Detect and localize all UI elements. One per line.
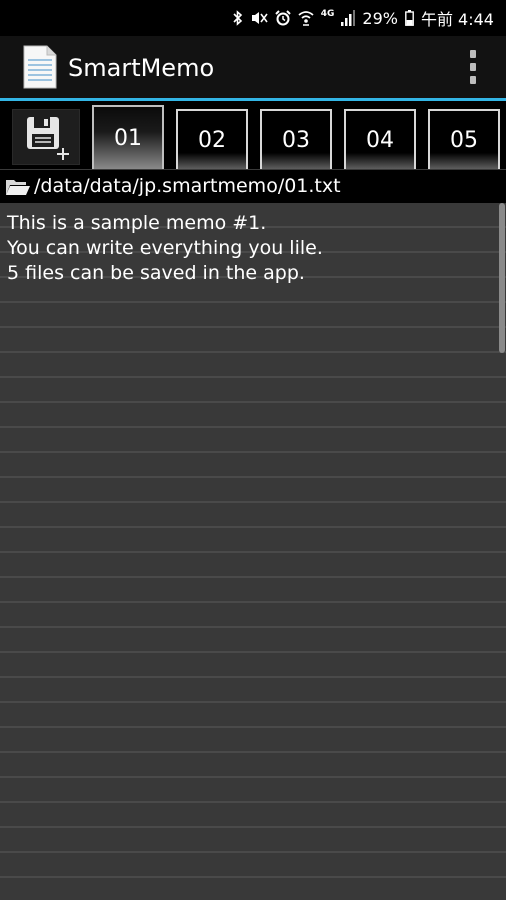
tab-04[interactable]: 04 <box>344 109 416 169</box>
tab-02[interactable]: 02 <box>176 109 248 169</box>
file-path: /data/data/jp.smartmemo/01.txt <box>34 175 341 197</box>
status-bar: 4G 29% 午前 4:44 <box>0 0 506 36</box>
memo-document-icon <box>22 45 58 89</box>
memo-line: 5 files can be saved in the app. <box>7 262 305 284</box>
tab-05[interactable]: 05 <box>428 109 500 169</box>
signal-icon <box>341 10 356 26</box>
save-new-icon <box>26 116 72 164</box>
tab-01[interactable]: 01 <box>92 105 164 169</box>
4g-icon: 4G <box>320 9 335 19</box>
bluetooth-icon <box>233 10 243 26</box>
alarm-icon <box>275 10 291 26</box>
folder-open-icon <box>5 178 31 196</box>
action-bar: SmartMemo <box>0 36 506 98</box>
mute-icon <box>250 10 268 26</box>
file-tab-bar: 01 02 03 04 05 <box>0 101 506 169</box>
battery-percent: 29% <box>362 8 398 28</box>
overflow-menu-icon[interactable] <box>466 50 480 84</box>
memo-line: You can write everything you lile. <box>7 237 323 259</box>
save-new-button[interactable] <box>12 109 80 165</box>
clock: 午前 4:44 <box>420 10 494 29</box>
memo-editor[interactable]: This is a sample memo #1. You can write … <box>0 203 506 900</box>
app-title: SmartMemo <box>68 54 215 82</box>
memo-line: This is a sample memo #1. <box>7 212 267 234</box>
status-icons: 4G 29% 午前 4:44 <box>233 7 494 29</box>
wifi-icon <box>298 10 314 26</box>
battery-icon <box>405 10 414 26</box>
file-path-bar: /data/data/jp.smartmemo/01.txt <box>0 169 506 204</box>
tab-03[interactable]: 03 <box>260 109 332 169</box>
memo-scrollbar[interactable] <box>499 203 505 353</box>
